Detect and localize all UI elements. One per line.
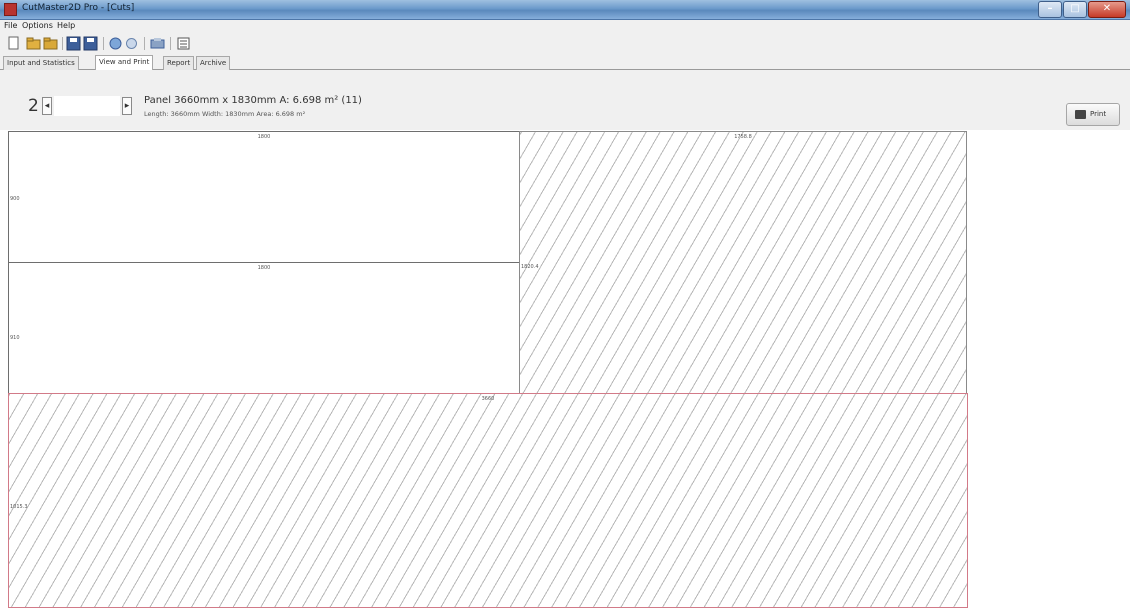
- open-icon[interactable]: [26, 36, 41, 51]
- open-alt-icon[interactable]: [43, 36, 58, 51]
- print-button[interactable]: Print: [1066, 103, 1120, 126]
- close-button[interactable]: ✕: [1088, 1, 1126, 18]
- cut-piece[interactable]: 1800 900: [8, 131, 520, 263]
- waste-width-label: 3660: [481, 396, 495, 402]
- menu-help[interactable]: Help: [57, 21, 75, 30]
- waste-height-label: 1015.3: [10, 504, 28, 510]
- new-file-icon[interactable]: [6, 36, 21, 51]
- waste-area[interactable]: 3660 1015.3: [8, 393, 968, 608]
- toolbar-separator: [170, 37, 171, 50]
- minimize-icon: –: [1047, 3, 1053, 14]
- tab-view-print[interactable]: View and Print: [95, 55, 154, 71]
- save-icon[interactable]: [66, 36, 81, 51]
- previous-page-button[interactable]: ◂: [42, 97, 52, 115]
- export-icon[interactable]: [150, 36, 165, 51]
- page-selector-field[interactable]: [54, 96, 120, 116]
- cut-piece[interactable]: 1800 910: [8, 262, 520, 394]
- page-number: 2: [28, 96, 39, 116]
- print-label: Print: [1090, 110, 1107, 118]
- window-title: CutMaster2D Pro - [Cuts]: [22, 3, 135, 13]
- panel-info: Panel 3660mm x 1830mm A: 6.698 m² (11): [144, 95, 362, 106]
- toolbar-separator: [103, 37, 104, 50]
- maximize-button[interactable]: □: [1063, 1, 1087, 18]
- tab-archive[interactable]: Archive: [196, 56, 231, 70]
- settings-icon[interactable]: [176, 36, 191, 51]
- tab-input-statistics[interactable]: Input and Statistics: [3, 56, 79, 70]
- length-info: Length: 3660mm Width: 1830mm Area: 6.698…: [144, 110, 306, 118]
- waste-width-label: 1758.8: [734, 134, 752, 140]
- printer-icon: [1075, 110, 1086, 119]
- piece-width-label: 1800: [257, 134, 271, 140]
- piece-width-label: 1800: [257, 265, 271, 271]
- maximize-icon: □: [1070, 3, 1080, 14]
- tab-strip: Input and Statistics View and Print Repo…: [0, 54, 1130, 71]
- close-icon: ✕: [1102, 3, 1112, 14]
- menu-file[interactable]: File: [4, 21, 17, 30]
- save-all-icon[interactable]: [83, 36, 98, 51]
- minimize-button[interactable]: –: [1038, 1, 1062, 18]
- toolbar-separator: [144, 37, 145, 50]
- tab-report[interactable]: Report: [163, 56, 195, 70]
- title-bar: CutMaster2D Pro - [Cuts] – □ ✕: [0, 0, 1130, 20]
- toolbar-separator: [62, 37, 63, 50]
- piece-height-label: 900: [10, 196, 20, 202]
- piece-height-label: 910: [10, 335, 20, 341]
- menu-options[interactable]: Options: [22, 21, 53, 30]
- menu-bar: File Options Help: [0, 20, 1130, 34]
- calculate-icon[interactable]: [108, 36, 123, 51]
- app-icon: [4, 3, 17, 16]
- waste-area[interactable]: 1758.8 1820.4: [519, 131, 967, 394]
- next-page-button[interactable]: ▸: [122, 97, 132, 115]
- toolbar: [0, 34, 1130, 54]
- sheet-icon[interactable]: [124, 36, 139, 51]
- waste-height-label: 1820.4: [521, 264, 539, 270]
